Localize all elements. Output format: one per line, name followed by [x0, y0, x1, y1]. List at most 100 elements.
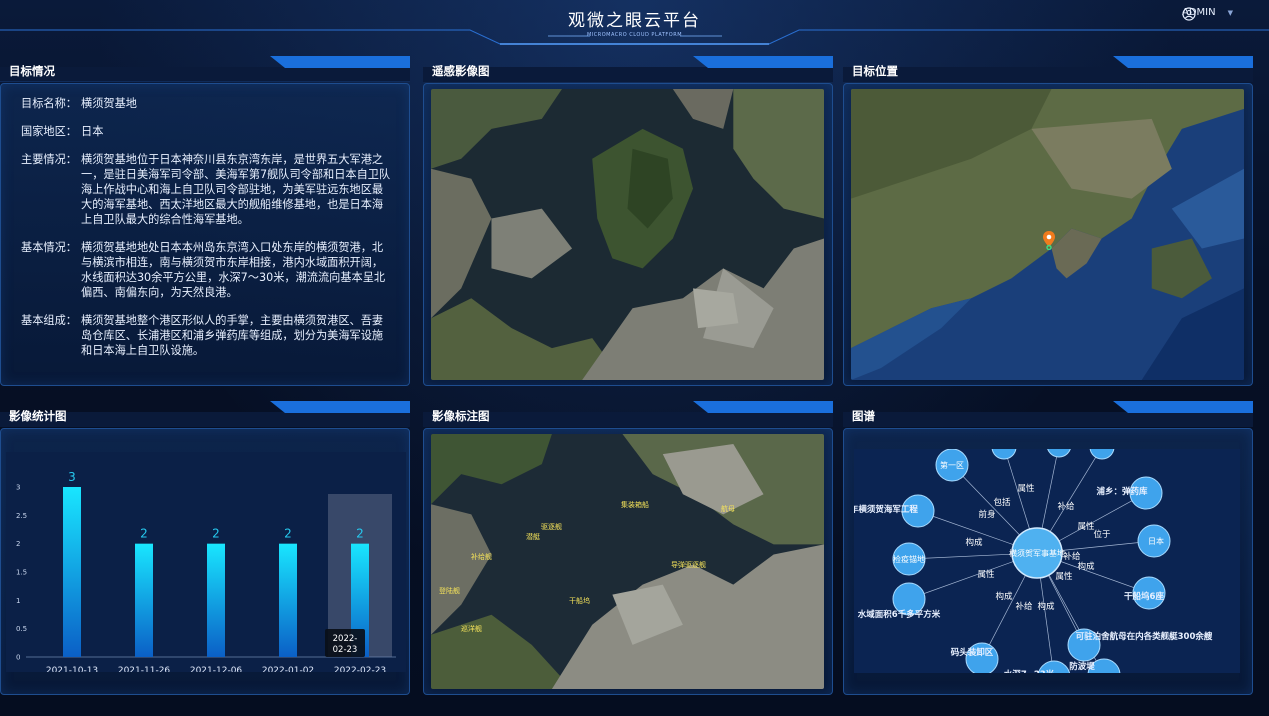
- annotated-image[interactable]: 集装箱船 驱逐舰 潜艇 补给舰 干船坞 登陆舰 导弹驱逐舰 巡洋舰 航母: [431, 434, 824, 689]
- x-tick-label: 2021-11-26: [118, 666, 171, 672]
- graph-edge-label: 属性: [1055, 571, 1073, 582]
- panel-header: 目标位置: [843, 54, 1253, 82]
- graph-node-label: 第一区: [940, 460, 964, 470]
- annotation-label[interactable]: 补给舰: [471, 552, 492, 562]
- bar-value-label: 2: [140, 527, 148, 541]
- panel-title: 影像标注图: [432, 409, 490, 423]
- annotation-label[interactable]: 干船坞: [569, 596, 590, 606]
- graph-node[interactable]: [1047, 449, 1071, 458]
- panel-title: 目标位置: [852, 64, 898, 78]
- bar-value-label: 2: [284, 527, 292, 541]
- graph-edge-label: 补给: [1063, 551, 1081, 562]
- x-tick-label: 2021-12-06: [190, 666, 243, 672]
- panel-graph: 图谱 包括前身构成属性构成补给构成属性补给属性补给位于构成属性第一区1903年横…: [843, 399, 1253, 695]
- annotation-label[interactable]: 巡洋舰: [461, 624, 482, 634]
- panel-image-annotation: 影像标注图 集装箱船 驱逐舰 潜艇 补给舰 干船坞 登陆舰 导弹驱逐舰 巡洋舰 …: [423, 399, 833, 695]
- y-tick-label: 0: [16, 654, 20, 662]
- info-value: 横须贺基地地处日本本州岛东京湾入口处东岸的横须贺港，北与横滨市相连，南与横须贺市…: [81, 241, 386, 299]
- annotation-label[interactable]: 驱逐舰: [541, 522, 562, 532]
- bar-value-label: 3: [68, 470, 76, 484]
- annotation-labels: 集装箱船 驱逐舰 潜艇 补给舰 干船坞 登陆舰 导弹驱逐舰 巡洋舰 航母: [431, 434, 824, 689]
- graph-node-label: 日本: [1148, 536, 1164, 546]
- graph-node-label: 可驻泊舍航母在内各类舰艇300余艘: [1076, 631, 1213, 642]
- graph-edge-label: 属性: [1077, 521, 1095, 532]
- annotation-label[interactable]: 登陆舰: [439, 586, 460, 596]
- graph-edge-label: 构成: [995, 591, 1013, 602]
- info-key: 主要情况：: [21, 153, 77, 166]
- x-tick-label: 2022-01-02: [262, 666, 314, 672]
- panel-remote-image: 遥感影像图: [423, 54, 833, 386]
- panel-header: 影像统计图: [0, 399, 410, 427]
- y-tick-label: 0.5: [16, 625, 27, 633]
- graph-node-label: 1903年横须贺海军工程: [854, 504, 918, 515]
- app-subtitle: MICROMACRO CLOUD PLATFORM: [586, 32, 683, 38]
- panel-header: 图谱: [843, 399, 1253, 427]
- tooltip-line: 02-23: [333, 645, 358, 655]
- info-value: 横须贺基地: [81, 97, 137, 110]
- satellite-image[interactable]: [431, 89, 824, 380]
- annotation-label[interactable]: 潜艇: [526, 532, 540, 542]
- y-tick-label: 1: [16, 597, 20, 605]
- info-value: 日本: [81, 125, 104, 138]
- chart-tooltip: 2022-02-23: [325, 629, 365, 657]
- tooltip-line: 2022-: [333, 634, 358, 644]
- panel-header: 遥感影像图: [423, 54, 833, 82]
- graph-edge-label: 补给: [1057, 501, 1075, 512]
- knowledge-graph[interactable]: 包括前身构成属性构成补给构成属性补给属性补给位于构成属性第一区1903年横须贺海…: [854, 449, 1240, 673]
- knowledge-graph-svg: 包括前身构成属性构成补给构成属性补给属性补给位于构成属性第一区1903年横须贺海…: [854, 449, 1213, 673]
- graph-node[interactable]: [991, 449, 1017, 460]
- panel-title: 图谱: [852, 409, 875, 423]
- graph-node-label: 水深7~23米: [1003, 669, 1055, 673]
- info-row-composition: 基本组成： 横须贺基地整个港区形似人的手掌，主要由横须贺港区、吾妻岛仓库区、长浦…: [21, 313, 391, 358]
- map-pin-icon[interactable]: [1041, 230, 1057, 250]
- bar-chart-svg: 0 0.5 1 1.5 2 2.5 3 3 2021-10-13 2 2021-11-26 2 2021…: [6, 452, 406, 672]
- x-tick-label: 2022-02-23: [334, 666, 386, 672]
- annotation-label[interactable]: 集装箱船: [621, 500, 649, 510]
- graph-edge-label: 构成: [1037, 601, 1055, 612]
- panel-title: 目标情况: [9, 64, 55, 78]
- bar[interactable]: [207, 543, 225, 657]
- graph-node-label: 防波堤: [1069, 661, 1095, 672]
- bar[interactable]: [63, 487, 81, 657]
- chevron-down-icon[interactable]: ▼: [1228, 9, 1233, 17]
- graph-node-label: 水域面积6千多平方米: [857, 609, 941, 620]
- info-value: 横须贺基地位于日本神奈川县东京湾东岸，是世界五大军港之一，是驻日美海军司令部、美…: [81, 153, 391, 226]
- panel-target-info: 目标情况 目标名称： 横须贺基地 国家地区： 日本 主要情况： 横须贺基地位于日…: [0, 54, 410, 386]
- info-row-basic: 基本情况： 横须贺基地地处日本本州岛东京湾入口处东岸的横须贺港，北与横滨市相连，…: [21, 240, 391, 300]
- user-icon: [1182, 7, 1196, 21]
- panel-header: 目标情况: [0, 54, 410, 82]
- info-key: 国家地区：: [21, 125, 77, 138]
- info-row-name: 目标名称： 横须贺基地: [21, 96, 391, 111]
- graph-node[interactable]: [1089, 449, 1115, 460]
- info-key: 基本情况：: [21, 241, 77, 254]
- info-value: 横须贺基地整个港区形似人的手掌，主要由横须贺港区、吾妻岛仓库区、长浦港区和浦乡弹…: [81, 314, 384, 357]
- app-title: 观微之眼云平台: [568, 11, 701, 31]
- bar[interactable]: [279, 543, 297, 657]
- graph-node-label: 浦乡：弹药库: [1096, 486, 1148, 497]
- bar-value-label: 2: [212, 527, 220, 541]
- graph-edge-label: 包括: [993, 497, 1011, 508]
- header: 观微之眼云平台 MICROMACRO CLOUD PLATFORM ADMIN …: [0, 0, 1269, 46]
- annotation-label[interactable]: 航母: [721, 504, 735, 514]
- y-tick-label: 2: [16, 540, 20, 548]
- graph-center-label: 横须贺军事基地: [1009, 548, 1065, 558]
- x-tick-label: 2021-10-13: [46, 666, 98, 672]
- user-menu[interactable]: ADMIN ▼: [1182, 7, 1233, 21]
- info-key: 基本组成：: [21, 314, 77, 327]
- info-key: 目标名称：: [21, 97, 77, 110]
- graph-node-label: 码头装卸区: [951, 647, 994, 658]
- panel-image-stats: 影像统计图 0 0.5 1 1.5 2 2.5 3 3 2021-10-13 2 2021-11-2…: [0, 399, 410, 695]
- graph-edge-label: 位于: [1093, 529, 1111, 540]
- graph-node-label: 检疫锚地: [893, 554, 925, 564]
- graph-edge-label: 属性: [977, 569, 995, 580]
- bar-chart: 0 0.5 1 1.5 2 2.5 3 3 2021-10-13 2 2021-11-26 2 2021…: [6, 452, 406, 672]
- graph-edge-label: 属性: [1017, 483, 1035, 494]
- graph-edge-label: 前身: [978, 509, 995, 520]
- panel-target-location: 目标位置: [843, 54, 1253, 386]
- annotation-label[interactable]: 导弹驱逐舰: [671, 560, 706, 570]
- panel-title: 影像统计图: [9, 409, 67, 423]
- graph-edge-label: 补给: [1015, 601, 1033, 612]
- bar[interactable]: [135, 543, 153, 657]
- info-row-main: 主要情况： 横须贺基地位于日本神奈川县东京湾东岸，是世界五大军港之一，是驻日美海…: [21, 152, 391, 227]
- location-map[interactable]: [851, 89, 1244, 380]
